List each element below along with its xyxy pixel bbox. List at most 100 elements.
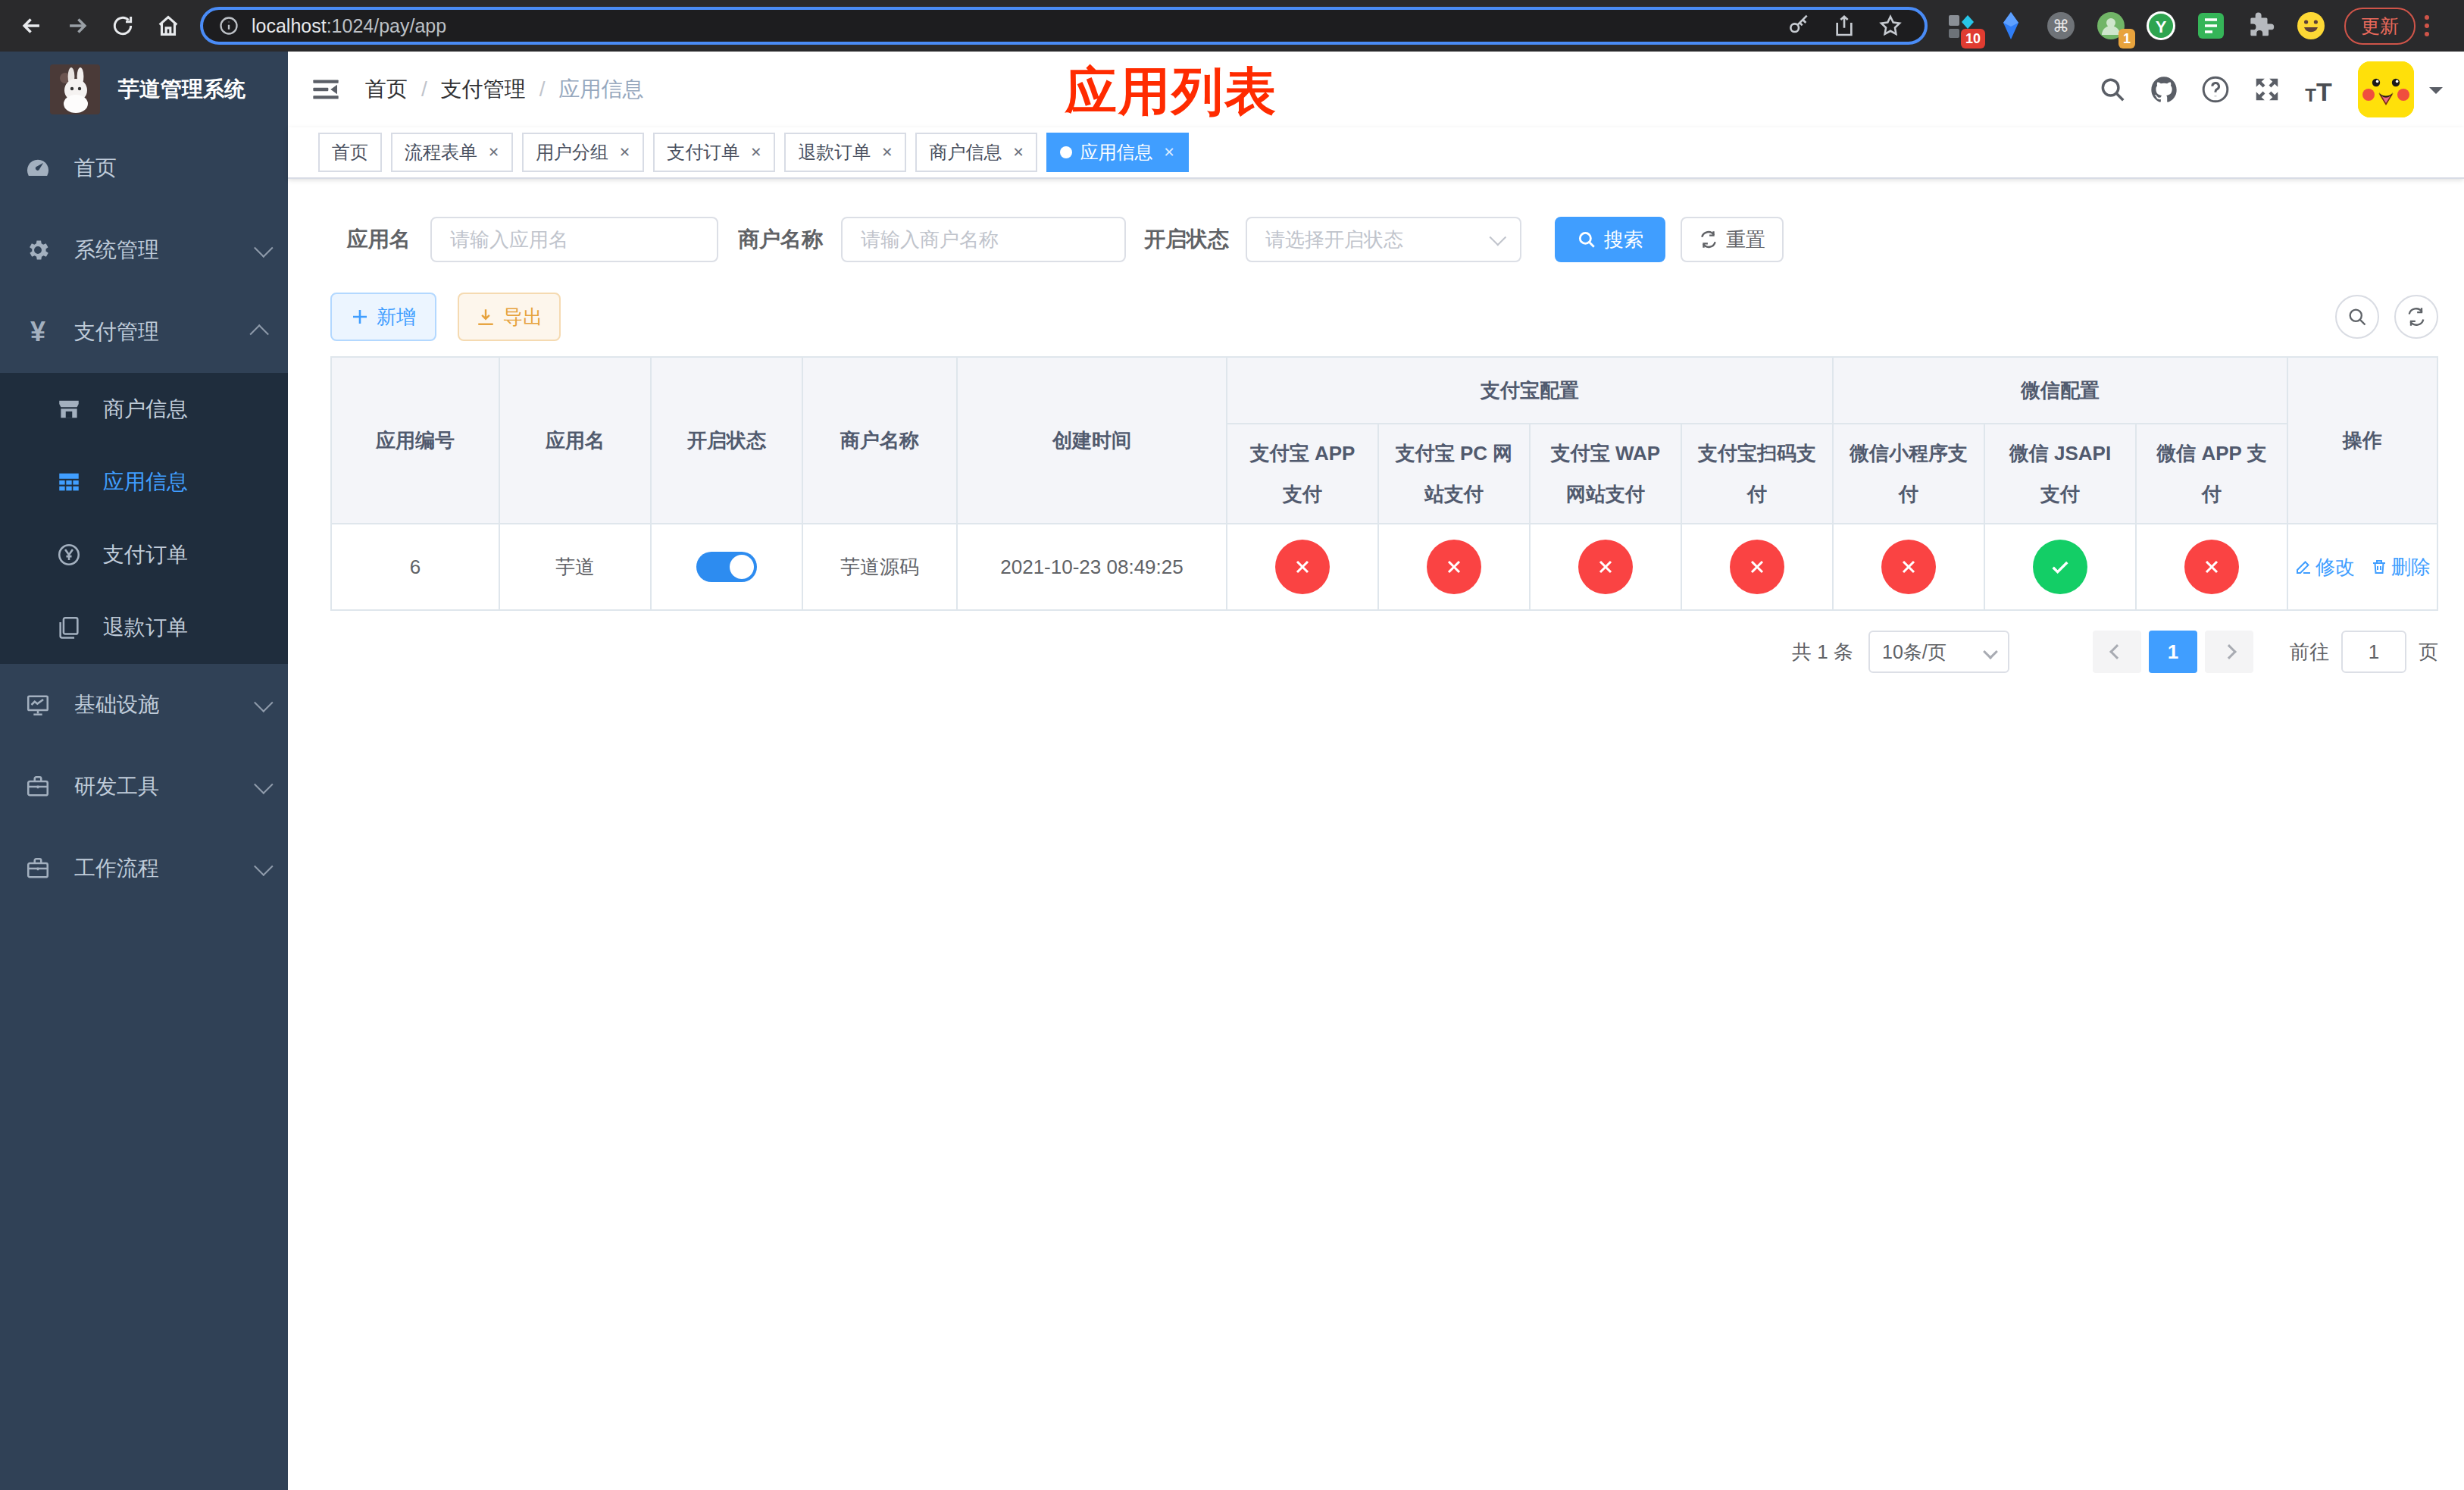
status-select[interactable]: 请选择开启状态: [1246, 217, 1521, 262]
logo-avatar: [50, 64, 100, 114]
close-icon[interactable]: ✕: [1012, 144, 1024, 161]
chevron-down-icon: [254, 856, 273, 875]
briefcase-icon: [24, 855, 52, 882]
extension-grid-icon[interactable]: 10: [1946, 11, 1976, 41]
chevron-down-icon: [254, 693, 273, 712]
sidebar-item-基础设施[interactable]: 基础设施: [0, 664, 288, 746]
user-avatar[interactable]: [2358, 61, 2414, 117]
search-button[interactable]: 搜索: [1555, 217, 1665, 262]
logo[interactable]: 芋道管理系统: [0, 52, 288, 127]
delete-link[interactable]: 删除: [2370, 554, 2431, 581]
help-icon[interactable]: [2200, 74, 2231, 105]
yen-icon: ¥: [24, 318, 52, 346]
edit-link[interactable]: 修改: [2294, 554, 2355, 581]
sidebar-item-首页[interactable]: 首页: [0, 127, 288, 209]
next-page-button[interactable]: [2205, 631, 2253, 673]
address-bar[interactable]: localhost:1024/pay/app: [200, 7, 1928, 45]
fullscreen-icon[interactable]: [2252, 74, 2282, 105]
avatar-caret-icon[interactable]: [2429, 87, 2443, 101]
close-icon[interactable]: ✕: [750, 144, 761, 161]
gear-icon: [24, 236, 52, 264]
extension-y-icon[interactable]: Y: [2146, 11, 2176, 41]
browser-menu-icon[interactable]: [2425, 15, 2429, 36]
close-icon[interactable]: ✕: [1163, 144, 1174, 161]
cell-created: 2021-10-23 08:49:25: [957, 524, 1227, 610]
extension-emoji-icon[interactable]: [2296, 11, 2326, 41]
cell-app-name: 芋道: [499, 524, 651, 610]
password-key-icon[interactable]: [1787, 14, 1811, 38]
cell-app-id: 6: [331, 524, 499, 610]
browser-home-button[interactable]: [145, 3, 191, 49]
page-suffix: 页: [2419, 639, 2438, 665]
close-icon[interactable]: ✕: [488, 144, 499, 161]
tab-首页[interactable]: 首页: [318, 133, 382, 172]
site-info-icon[interactable]: [218, 15, 239, 36]
reset-button[interactable]: 重置: [1681, 217, 1784, 262]
status-toggle[interactable]: [696, 552, 757, 582]
bookmark-star-icon[interactable]: [1878, 13, 1903, 39]
sidebar: 芋道管理系统 首页系统管理¥支付管理商户信息应用信息支付订单退款订单基础设施研发…: [0, 52, 288, 1490]
merchant-name-input[interactable]: 请输入商户名称: [841, 217, 1126, 262]
sidebar-subitem-支付订单[interactable]: 支付订单: [0, 518, 288, 591]
navbar: 首页 / 支付管理 / 应用信息 TT: [288, 52, 2464, 127]
col-header: 开启状态: [651, 357, 802, 524]
sidebar-subitem-退款订单[interactable]: 退款订单: [0, 591, 288, 664]
sub-col-header: 支付宝 APP支付: [1227, 424, 1378, 524]
dashboard-icon: [24, 155, 52, 182]
sidebar-item-研发工具[interactable]: 研发工具: [0, 746, 288, 828]
check-circle-icon: [2033, 540, 2087, 594]
sidebar-subitem-应用信息[interactable]: 应用信息: [0, 446, 288, 518]
tab-应用信息[interactable]: 应用信息✕: [1046, 133, 1188, 172]
extension-pin-icon[interactable]: [1996, 11, 2026, 41]
app-name-input[interactable]: 请输入应用名: [430, 217, 718, 262]
browser-back-button[interactable]: [9, 3, 55, 49]
browser-refresh-button[interactable]: [100, 3, 145, 49]
sidebar-item-工作流程[interactable]: 工作流程: [0, 828, 288, 909]
browser-forward-button[interactable]: [55, 3, 100, 49]
tab-用户分组[interactable]: 用户分组✕: [522, 133, 644, 172]
browser-toolbar: localhost:1024/pay/app 10 ⌘ 1 Y: [0, 0, 2464, 52]
page-size-select[interactable]: 10条/页: [1868, 631, 2009, 673]
svg-text:⌘: ⌘: [2053, 17, 2069, 36]
close-icon[interactable]: ✕: [881, 144, 893, 161]
close-icon[interactable]: ✕: [619, 144, 630, 161]
sidebar-subitem-商户信息[interactable]: 商户信息: [0, 373, 288, 446]
browser-update-button[interactable]: 更新: [2344, 8, 2416, 45]
extension-command-icon[interactable]: ⌘: [2046, 11, 2076, 41]
refresh-table-button[interactable]: [2394, 295, 2438, 339]
chevron-down-icon: [1983, 644, 1998, 659]
chevron-down-icon: [254, 775, 273, 794]
toggle-search-button[interactable]: [2335, 295, 2379, 339]
page-number-1[interactable]: 1: [2149, 631, 2197, 673]
extension-notes-icon[interactable]: [2196, 11, 2226, 41]
add-button[interactable]: 新增: [330, 293, 436, 341]
tab-商户信息[interactable]: 商户信息✕: [915, 133, 1037, 172]
col-header: 商户名称: [802, 357, 957, 524]
cell-config: [2136, 524, 2287, 610]
share-icon[interactable]: [1832, 14, 1856, 38]
tab-流程表单[interactable]: 流程表单✕: [391, 133, 513, 172]
sidebar-item-系统管理[interactable]: 系统管理: [0, 209, 288, 291]
sub-col-header: 微信 JSAPI支付: [1984, 424, 2136, 524]
sub-col-header: 支付宝 PC 网站支付: [1378, 424, 1530, 524]
tab-退款订单[interactable]: 退款订单✕: [784, 133, 906, 172]
extension-avatar-icon[interactable]: 1: [2096, 11, 2126, 41]
goto-page-input[interactable]: 1: [2341, 631, 2406, 673]
extensions-puzzle-icon[interactable]: [2246, 11, 2276, 41]
font-size-icon[interactable]: TT: [2303, 74, 2334, 105]
header-search-icon[interactable]: [2097, 74, 2128, 105]
sub-col-header: 微信 APP 支付: [2136, 424, 2287, 524]
breadcrumb-pay[interactable]: 支付管理: [441, 75, 526, 104]
col-header: 应用编号: [331, 357, 499, 524]
total-count: 共 1 条: [1792, 639, 1853, 665]
tab-支付订单[interactable]: 支付订单✕: [653, 133, 775, 172]
cell-config: [1984, 524, 2136, 610]
prev-page-button[interactable]: [2093, 631, 2141, 673]
shop-icon: [56, 396, 82, 422]
sidebar-item-支付管理[interactable]: ¥支付管理: [0, 291, 288, 373]
breadcrumb-home[interactable]: 首页: [365, 75, 408, 104]
export-button[interactable]: 导出: [458, 293, 561, 341]
sidebar-toggle-icon[interactable]: [311, 74, 341, 105]
yen-circle-icon: [56, 542, 82, 568]
github-icon[interactable]: [2149, 74, 2179, 105]
